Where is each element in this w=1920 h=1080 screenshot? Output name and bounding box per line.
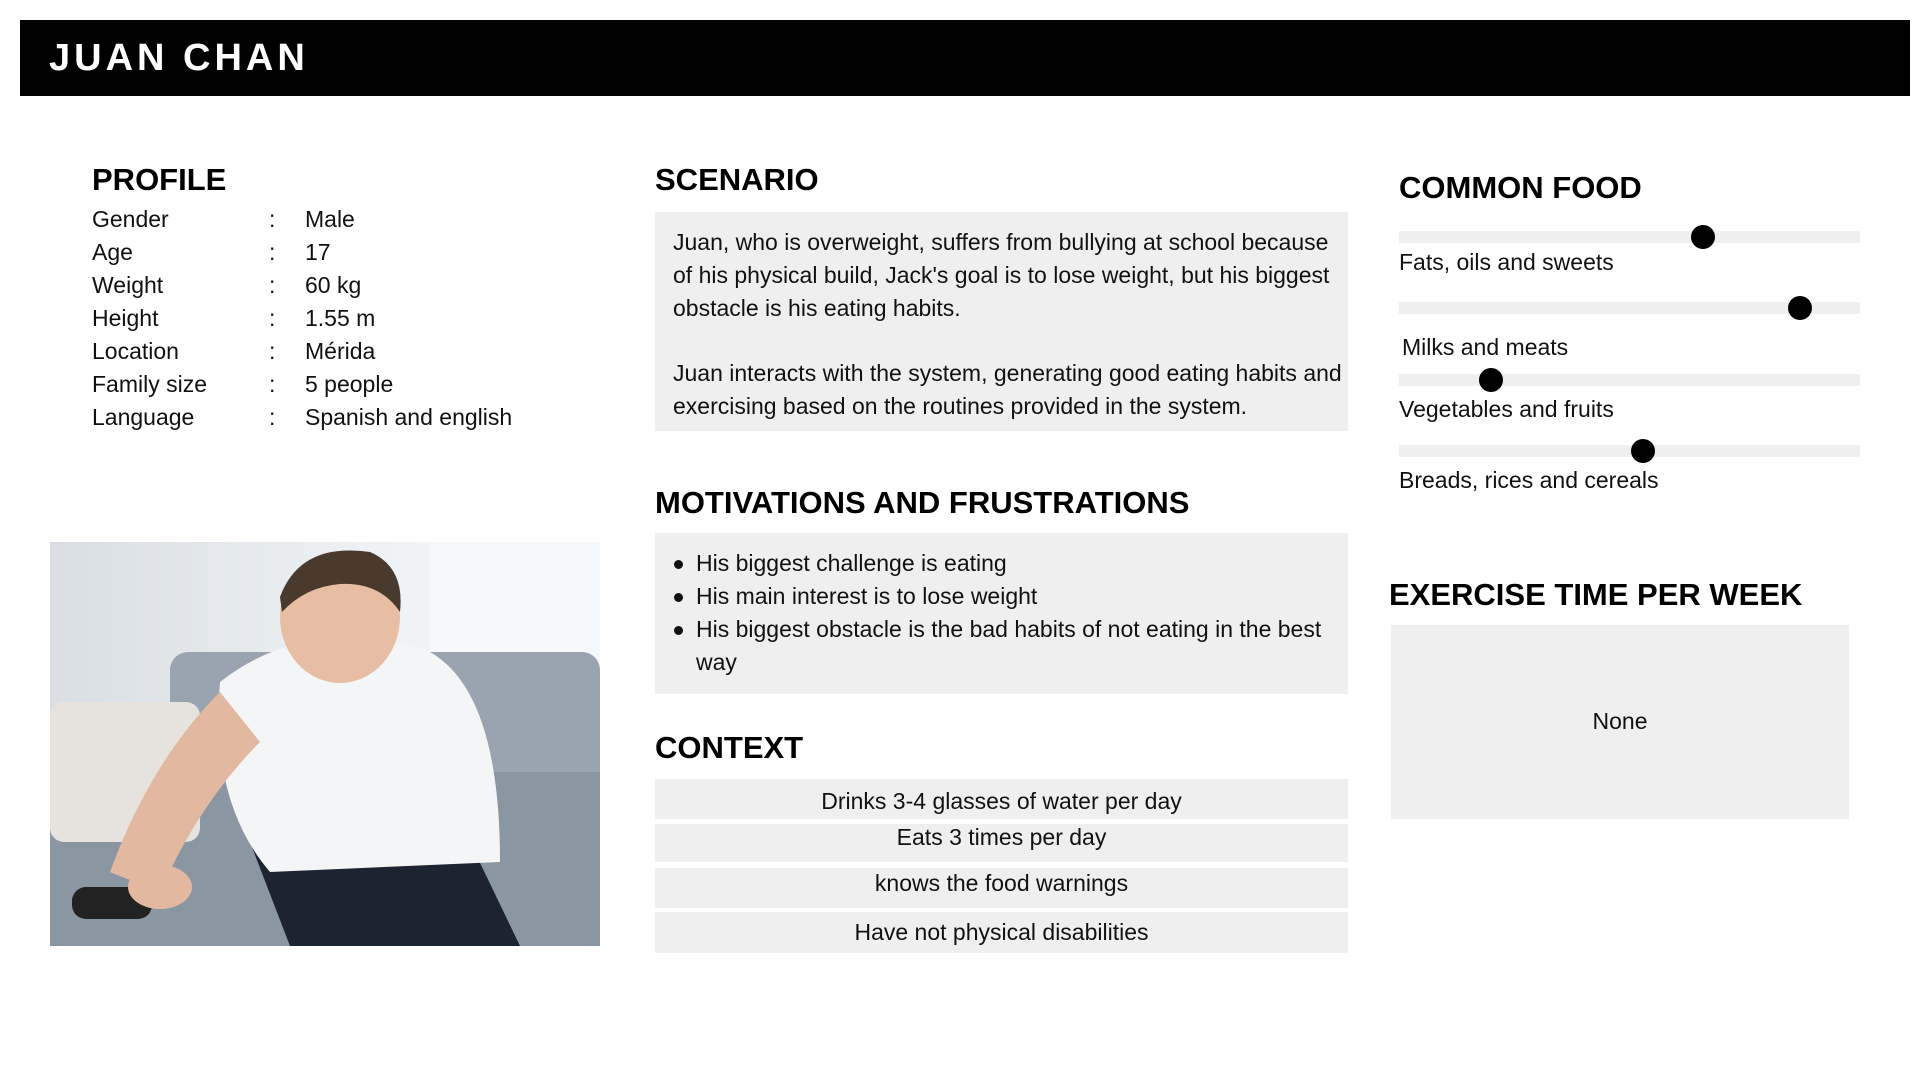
profile-label: Language: [92, 404, 195, 430]
profile-label: Gender: [92, 206, 169, 232]
scenario-title: SCENARIO: [655, 162, 819, 197]
profile-colon: :: [269, 338, 276, 364]
profile-table: Gender : Male Age : 17 Weight : 60 kg He…: [92, 203, 592, 434]
exercise-title: EXERCISE TIME PER WEEK: [1389, 577, 1803, 612]
profile-row-age: Age : 17: [92, 236, 592, 269]
common-food-title: COMMON FOOD: [1399, 170, 1642, 205]
motivation-text: His main interest is to lose weight: [696, 583, 1038, 609]
profile-row-gender: Gender : Male: [92, 203, 592, 236]
exercise-value: None: [1592, 708, 1648, 734]
food-slider-knob: [1788, 296, 1813, 320]
scenario-paragraph: Juan, who is overweight, suffers from bu…: [673, 229, 1330, 321]
profile-row-location: Location : Mérida: [92, 335, 592, 368]
bullet-icon: [674, 593, 683, 602]
profile-colon: :: [269, 239, 276, 265]
profile-colon: :: [269, 272, 276, 298]
profile-colon: :: [269, 404, 276, 430]
profile-label: Age: [92, 239, 133, 265]
profile-label: Location: [92, 338, 179, 364]
profile-colon: :: [269, 206, 276, 232]
profile-label: Family size: [92, 371, 208, 397]
profile-value: 5 people: [305, 371, 394, 397]
food-slider-label: Vegetables and fruits: [1399, 396, 1614, 422]
motivations-title: MOTIVATIONS AND FRUSTRATIONS: [655, 485, 1190, 520]
profile-value: 1.55 m: [305, 305, 376, 331]
context-title: CONTEXT: [655, 730, 804, 765]
food-slider-knob: [1631, 439, 1656, 463]
scenario-paragraph: Juan interacts with the system, generati…: [673, 360, 1342, 419]
list-item: His main interest is to lose weight: [673, 580, 1323, 613]
food-slider-label: Breads, rices and cereals: [1399, 467, 1659, 493]
list-item: His biggest challenge is eating: [673, 547, 1323, 580]
food-slider-track: [1399, 368, 1860, 392]
context-item: Have not physical disabilities: [655, 912, 1348, 953]
profile-colon: :: [269, 371, 276, 397]
motivations-list: His biggest challenge is eating His main…: [673, 547, 1323, 679]
food-slider-track: [1399, 439, 1860, 463]
exercise-panel: None: [1391, 625, 1849, 819]
food-slider-track: [1399, 225, 1860, 249]
profile-label: Weight: [92, 272, 164, 298]
profile-value: Spanish and english: [305, 404, 513, 430]
profile-label: Height: [92, 305, 159, 331]
persona-name: JUAN CHAN: [49, 37, 309, 79]
header-bar: JUAN CHAN: [20, 20, 1910, 96]
food-slider-knob: [1479, 368, 1504, 392]
profile-value: 60 kg: [305, 272, 362, 298]
bullet-icon: [674, 560, 683, 569]
profile-value: Mérida: [305, 338, 376, 364]
profile-value: Male: [305, 206, 355, 232]
motivations-panel: His biggest challenge is eating His main…: [655, 533, 1348, 694]
persona-photo: [50, 542, 600, 946]
food-slider-label: Milks and meats: [1402, 334, 1569, 360]
profile-row-family-size: Family size : 5 people: [92, 368, 592, 401]
profile-title: PROFILE: [92, 162, 227, 197]
profile-value: 17: [305, 239, 331, 265]
food-slider-knob: [1691, 225, 1716, 249]
bullet-icon: [674, 626, 683, 635]
scenario-panel: Juan, who is overweight, suffers from bu…: [655, 212, 1348, 431]
food-slider-label: Fats, oils and sweets: [1399, 249, 1614, 275]
context-item: Drinks 3-4 glasses of water per day: [655, 779, 1348, 819]
profile-row-language: Language : Spanish and english: [92, 401, 592, 434]
scenario-text: Juan, who is overweight, suffers from bu…: [673, 226, 1343, 423]
context-item: Eats 3 times per day: [655, 824, 1348, 862]
list-item: His biggest obstacle is the bad habits o…: [673, 613, 1323, 679]
profile-colon: :: [269, 305, 276, 331]
context-item: knows the food warnings: [655, 868, 1348, 908]
food-slider-track: [1399, 296, 1860, 320]
profile-row-weight: Weight : 60 kg: [92, 269, 592, 302]
motivation-text: His biggest obstacle is the bad habits o…: [696, 616, 1322, 675]
profile-row-height: Height : 1.55 m: [92, 302, 592, 335]
motivation-text: His biggest challenge is eating: [696, 550, 1007, 576]
